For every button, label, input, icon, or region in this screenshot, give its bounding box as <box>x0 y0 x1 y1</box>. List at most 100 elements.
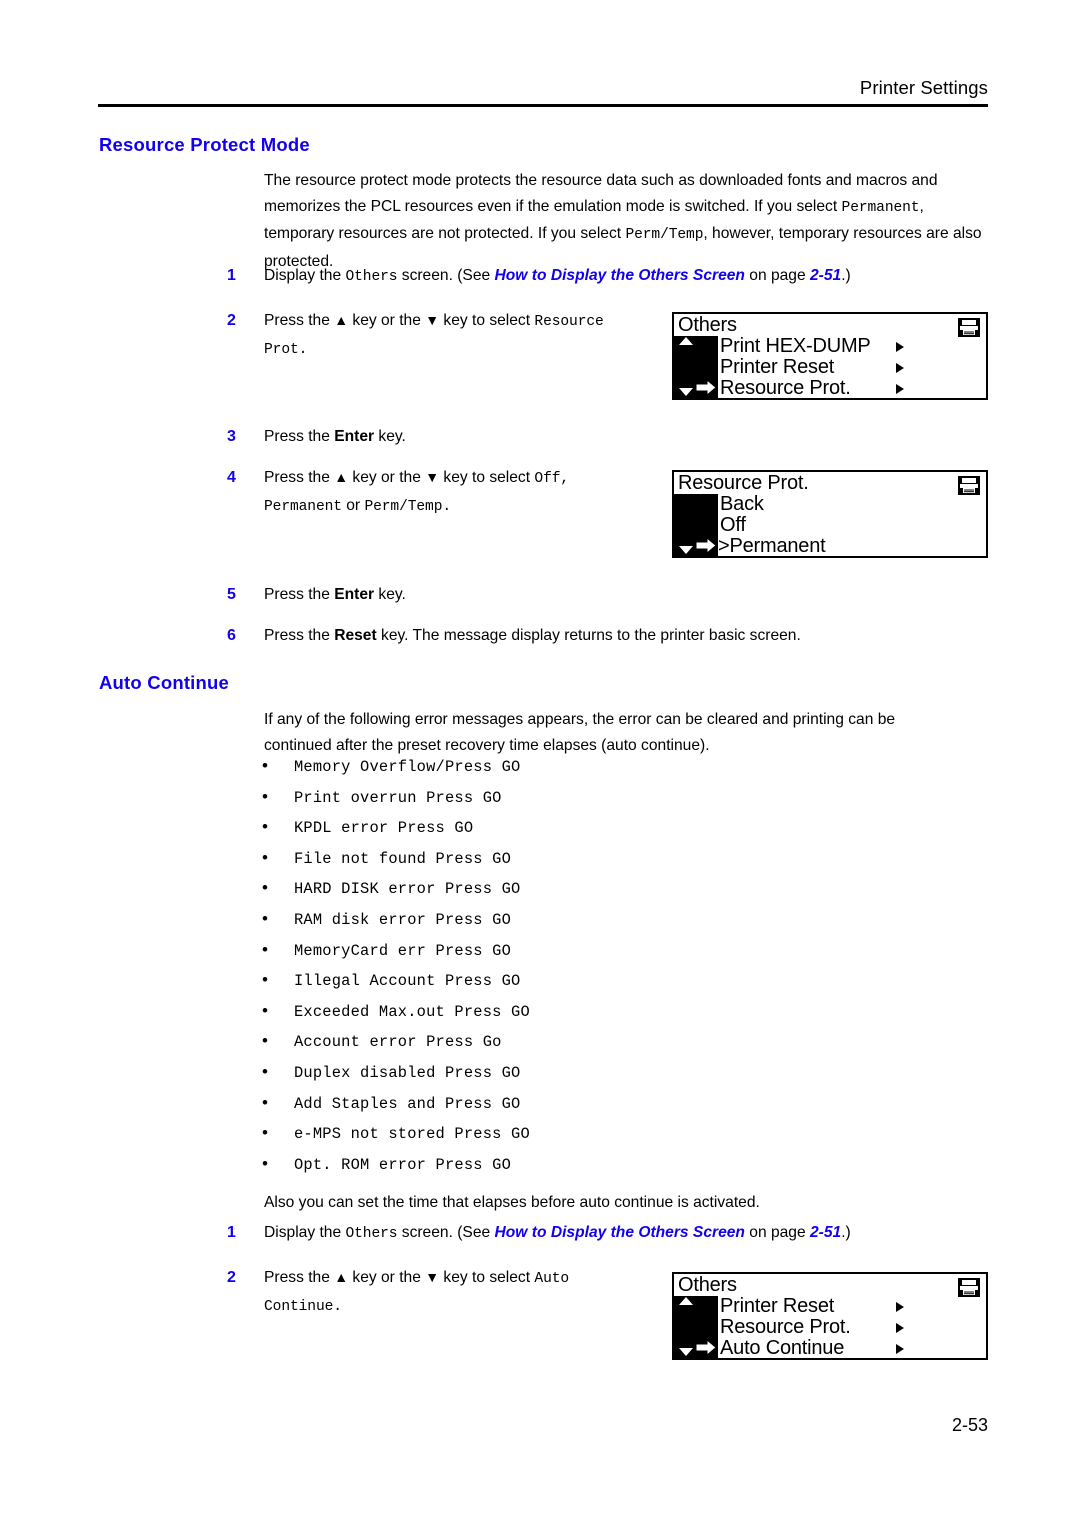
list-item: • Duplex disabled Press GO <box>262 1063 530 1094</box>
cross-reference-link[interactable]: How to Display the Others Screen <box>495 267 745 284</box>
bullet-icon: • <box>262 1123 268 1143</box>
step-text-post: .) <box>841 1224 851 1241</box>
list-item: • RAM disk error Press GO <box>262 910 530 941</box>
lcd-menu-item-label: Resource Prot. <box>720 1316 851 1338</box>
step-resource-3: 3 Press the Enter key. <box>227 424 987 450</box>
list-item: • Print overrun Press GO <box>262 788 530 819</box>
step-text-mid2: key to select <box>439 312 535 329</box>
step-text-pre: Press the <box>264 469 335 486</box>
bullet-icon: • <box>262 1092 268 1112</box>
scroll-down-arrow-icon[interactable] <box>679 1348 693 1356</box>
error-message-text: MemoryCard err Press GO <box>294 941 512 960</box>
header-divider <box>98 104 988 108</box>
auto-continue-also-text: Also you can set the time that elapses b… <box>264 1194 760 1211</box>
lcd-menu-item-label: Off <box>720 514 746 536</box>
key-name-reset: Reset <box>334 627 377 644</box>
lcd-menu-item-selected[interactable]: Resource Prot. <box>674 378 986 398</box>
step-text-pre: Press the <box>264 627 335 644</box>
error-message-list: • Memory Overflow/Press GO • Print overr… <box>262 757 530 1185</box>
scroll-down-arrow-icon[interactable] <box>679 546 693 554</box>
step-text-post: key. <box>374 586 406 603</box>
step-text-post: key. <box>374 428 406 445</box>
step-number: 1 <box>227 1224 236 1241</box>
step-number: 1 <box>227 267 236 284</box>
error-message-text: Exceeded Max.out Press GO <box>294 1002 530 1021</box>
selection-cursor-icon <box>695 377 718 398</box>
step-number: 2 <box>227 1269 236 1286</box>
step-text-pre: Press the <box>264 586 335 603</box>
section-heading-resource-protect-mode: Resource Protect Mode <box>99 134 310 155</box>
lcd-screen-others-auto-continue: Others Printer Reset Resource Prot. Auto… <box>672 1272 988 1360</box>
scroll-up-arrow-icon[interactable] <box>679 337 693 345</box>
step-text-mid: key or the <box>348 312 426 329</box>
page-number: 2-53 <box>951 1415 988 1435</box>
lcd-menu-item[interactable]: Printer Reset <box>674 1296 986 1317</box>
lcd-menu-item[interactable]: Print HEX-DUMP <box>674 336 986 357</box>
up-arrow-icon: ▲ <box>334 312 349 328</box>
step-text-pre: Display the <box>264 267 346 284</box>
down-arrow-icon: ▼ <box>425 469 440 485</box>
lcd-menu-item[interactable]: Off <box>674 515 986 536</box>
step-number: 3 <box>227 428 236 445</box>
bullet-icon: • <box>262 847 268 867</box>
down-arrow-icon: ▼ <box>425 1269 440 1285</box>
up-arrow-icon: ▲ <box>334 469 349 485</box>
list-item: • e-MPS not stored Press GO <box>262 1124 530 1155</box>
step-number: 2 <box>227 312 236 329</box>
step-mono-others: Others <box>345 1226 398 1242</box>
lcd-menu-list: Print HEX-DUMP Printer Reset Resource Pr… <box>674 336 986 398</box>
submenu-arrow-icon <box>896 342 904 352</box>
lcd-menu-item[interactable]: Back <box>674 494 986 515</box>
list-item: • Account error Press Go <box>262 1032 530 1063</box>
lcd-menu-item[interactable]: Resource Prot. <box>674 1317 986 1338</box>
step-resource-6: 6 Press the Reset key. The message displ… <box>227 623 987 649</box>
step-number: 6 <box>227 627 236 644</box>
lcd-screen-resource-prot-permanent: Resource Prot. Back Off >Permanent <box>672 470 988 558</box>
step-text-mid: key or the <box>348 1269 426 1286</box>
key-name-enter: Enter <box>334 428 375 445</box>
step-number: 5 <box>227 586 236 603</box>
step-text-mid: screen. (See <box>397 1224 495 1241</box>
submenu-arrow-icon <box>896 1323 904 1333</box>
step-text-mid2: on page <box>744 1224 810 1241</box>
list-item: • Illegal Account Press GO <box>262 971 530 1002</box>
printer-icon <box>957 317 981 338</box>
step-body: Press the Enter key. <box>264 424 406 450</box>
step-text-mid: screen. (See <box>397 267 495 284</box>
step-body: Press the ▲ key or the ▼ key to select O… <box>264 465 619 520</box>
bullet-icon: • <box>262 817 268 837</box>
scroll-down-arrow-icon[interactable] <box>679 388 693 396</box>
submenu-arrow-icon <box>896 384 904 394</box>
step-text-mid2: on page <box>744 267 810 284</box>
lcd-menu-item[interactable]: Printer Reset <box>674 357 986 378</box>
scroll-up-arrow-icon[interactable] <box>679 1297 693 1305</box>
bullet-icon: • <box>262 878 268 898</box>
error-message-text: Account error Press Go <box>294 1033 502 1052</box>
submenu-arrow-icon <box>896 363 904 373</box>
lcd-menu-list: Back Off >Permanent <box>674 494 986 557</box>
page-header: Printer Settings <box>98 77 988 108</box>
lcd-menu-item-selected[interactable]: >Permanent <box>674 536 986 557</box>
step-body: Press the Reset key. The message display… <box>264 623 801 649</box>
page-reference[interactable]: 2-51 <box>810 1224 841 1241</box>
lcd-menu-item-selected[interactable]: Auto Continue <box>674 1338 986 1358</box>
cross-reference-link[interactable]: How to Display the Others Screen <box>495 1224 745 1241</box>
lcd-menu-item-label: >Permanent <box>718 535 826 557</box>
step-number: 4 <box>227 469 236 486</box>
step-mono-others: Others <box>345 269 398 285</box>
page-reference[interactable]: 2-51 <box>810 267 841 284</box>
bullet-icon: • <box>262 1153 268 1173</box>
lcd-menu-item-label: Printer Reset <box>720 1295 835 1317</box>
description-mono-perm-temp: Perm/Temp <box>625 227 704 243</box>
error-message-text: Add Staples and Press GO <box>294 1094 521 1113</box>
auto-continue-description: If any of the following error messages a… <box>264 711 896 754</box>
step-body: Press the ▲ key or the ▼ key to select A… <box>264 1265 619 1320</box>
description-mono-permanent: Permanent <box>841 199 920 216</box>
error-message-text: HARD DISK error Press GO <box>294 880 521 899</box>
bullet-icon: • <box>262 756 268 775</box>
up-arrow-icon: ▲ <box>334 1269 349 1285</box>
list-item: • MemoryCard err Press GO <box>262 941 530 972</box>
header-title: Printer Settings <box>859 77 988 98</box>
step-mono-off: Off, <box>534 471 570 487</box>
step-text-pre: Press the <box>264 428 335 445</box>
